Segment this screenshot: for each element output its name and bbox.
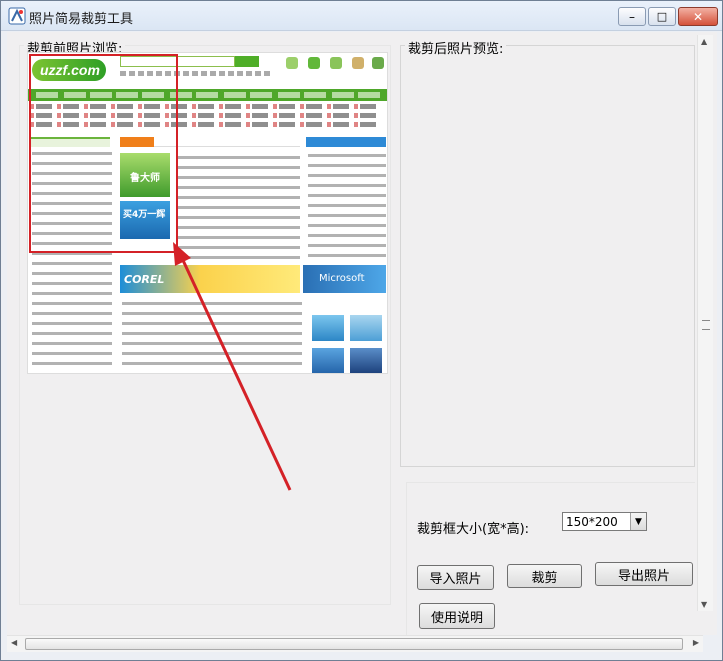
site-panel-head bbox=[306, 137, 386, 147]
site-thumb bbox=[350, 315, 382, 341]
scroll-down-icon[interactable]: ▼ bbox=[701, 600, 707, 609]
site-top-icon bbox=[352, 57, 364, 69]
site-banner-right-text: Microsoft bbox=[319, 273, 365, 284]
site-text-block bbox=[122, 299, 302, 369]
scroll-thumb[interactable] bbox=[702, 320, 710, 330]
scroll-right-icon[interactable]: ▶ bbox=[693, 638, 699, 647]
site-top-icon bbox=[372, 57, 384, 69]
title-bar[interactable]: 照片简易裁剪工具 – □ ✕ bbox=[1, 1, 722, 31]
crop-size-value: 150*200 bbox=[566, 515, 618, 529]
maximize-icon: □ bbox=[656, 10, 668, 23]
after-crop-label: 裁剪后照片预览: bbox=[405, 38, 507, 57]
vertical-scrollbar[interactable]: ▲ ▼ bbox=[697, 35, 713, 611]
chevron-down-icon[interactable]: ▼ bbox=[630, 513, 646, 530]
scroll-left-icon[interactable]: ◀ bbox=[11, 638, 17, 647]
site-banner-right: Microsoft bbox=[303, 265, 386, 293]
crop-size-select[interactable]: 150*200 ▼ bbox=[562, 512, 647, 531]
after-crop-group: 裁剪后照片预览: bbox=[400, 38, 695, 467]
crop-size-label: 裁剪框大小(宽*高): bbox=[417, 522, 530, 537]
window-title: 照片简易裁剪工具 bbox=[29, 12, 134, 27]
close-button[interactable]: ✕ bbox=[678, 7, 718, 26]
crop-selection-rect[interactable] bbox=[29, 54, 178, 253]
export-photo-label: 导出照片 bbox=[617, 568, 670, 584]
import-photo-button[interactable]: 导入照片 bbox=[417, 565, 494, 590]
crop-label: 裁剪 bbox=[531, 570, 558, 586]
scroll-up-icon[interactable]: ▲ bbox=[701, 37, 707, 46]
crop-button[interactable]: 裁剪 bbox=[507, 564, 582, 588]
site-search-button bbox=[235, 56, 259, 67]
export-photo-button[interactable]: 导出照片 bbox=[595, 562, 693, 586]
horizontal-scrollbar[interactable]: ◀ ▶ bbox=[7, 635, 703, 652]
site-top-icon bbox=[308, 57, 320, 69]
site-text-block bbox=[178, 153, 300, 263]
maximize-button[interactable]: □ bbox=[648, 7, 676, 26]
help-label: 使用说明 bbox=[430, 610, 483, 626]
import-photo-label: 导入照片 bbox=[429, 572, 482, 587]
app-icon bbox=[8, 7, 26, 25]
site-text-block bbox=[308, 151, 386, 263]
site-thumb bbox=[350, 348, 382, 373]
site-banner-left: COREL bbox=[120, 265, 300, 293]
site-top-icon bbox=[286, 57, 298, 69]
scroll-thumb-h[interactable] bbox=[25, 638, 683, 650]
site-thumb bbox=[312, 315, 344, 341]
help-button[interactable]: 使用说明 bbox=[419, 603, 495, 629]
site-top-icon bbox=[330, 57, 342, 69]
site-banner-left-text: COREL bbox=[124, 273, 165, 286]
minimize-icon: – bbox=[629, 9, 635, 24]
app-window: 照片简易裁剪工具 – □ ✕ 裁剪前照片浏览: uzzf.com 鲁大师 买4万… bbox=[0, 0, 723, 661]
minimize-button[interactable]: – bbox=[618, 7, 646, 26]
close-icon: ✕ bbox=[692, 9, 704, 24]
site-thumb bbox=[312, 348, 344, 373]
client-area: 裁剪前照片浏览: uzzf.com 鲁大师 买4万一辉 COREL Micros… bbox=[7, 32, 717, 642]
